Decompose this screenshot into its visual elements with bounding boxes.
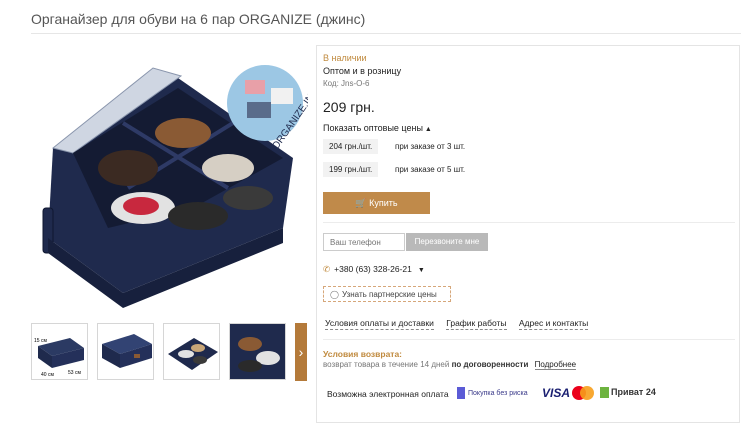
dim-width: 53 см [68, 370, 81, 376]
callback-button[interactable]: Перезвоните мне [406, 233, 488, 251]
paylater-label: Покупка без риска [468, 389, 528, 397]
main-product-image[interactable]: ORGANIZE.IN.UA [33, 58, 308, 308]
divider [323, 339, 735, 340]
partner-label: Узнать партнерские цены [341, 290, 437, 299]
link-address[interactable]: Адрес и контакты [518, 318, 589, 330]
mastercard-icon [572, 386, 594, 400]
show-wholesale-toggle[interactable]: Показать оптовые цены ▲ [323, 123, 432, 133]
payment-logos: Покупка без риска VISA Приват 24 [457, 383, 737, 405]
link-payment-delivery[interactable]: Условия оплаты и доставки [325, 318, 434, 330]
phone-dropdown[interactable]: ✆ +380 (63) 328-26-21 ▼ [323, 264, 425, 275]
buy-button[interactable]: 🛒 Купить [323, 192, 430, 214]
link-schedule[interactable]: График работы [446, 318, 507, 330]
buy-label: Купить [369, 198, 398, 208]
thumbnail-strip: 15 см 40 см 53 см › [31, 323, 307, 381]
cart-icon: 🛒 [355, 198, 367, 208]
visa-logo: VISA [542, 386, 571, 400]
thumbnail-closed[interactable] [97, 323, 154, 380]
wholesale-note: Оптом и в розницу [323, 66, 402, 76]
return-text: возврат товара в течение 14 дней по дого… [323, 360, 577, 370]
return-title: Условия возврата: [323, 349, 403, 359]
title-divider [31, 33, 741, 34]
tier-condition: при заказе от 5 шт. [395, 165, 466, 174]
tier-price: 204 грн./шт. [323, 139, 379, 154]
privat24-label: Приват 24 [611, 387, 656, 397]
phone-icon: ✆ [323, 264, 331, 274]
product-info-panel: В наличии Оптом и в розницу Код: Jns-O-6… [316, 45, 740, 423]
return-description: возврат товара в течение 14 дней [323, 360, 450, 369]
divider [323, 222, 735, 223]
chevron-up-icon: ▲ [424, 126, 432, 133]
product-code: Код: Jns-O-6 [323, 79, 370, 88]
privat24-icon [600, 387, 609, 399]
stock-status: В наличии [323, 53, 367, 63]
show-wholesale-label: Показать оптовые цены [323, 123, 423, 133]
phone-number: +380 (63) 328-26-21 [334, 264, 412, 274]
tier-condition: при заказе от 3 шт. [395, 142, 466, 151]
thumbnail-closeup[interactable] [229, 323, 286, 380]
info-links: Условия оплаты и доставки График работы … [325, 318, 598, 330]
page-title: Органайзер для обуви на 6 пар ORGANIZE (… [31, 11, 366, 27]
chevron-right-icon[interactable]: › [295, 323, 307, 381]
privat24-logo: Приват 24 [600, 387, 656, 399]
return-more-link[interactable]: Подробнее [534, 360, 577, 370]
tier-price: 199 грн./шт. [323, 162, 379, 177]
paylater-logo: Покупка без риска [457, 387, 528, 399]
chevron-down-icon: ▼ [417, 267, 425, 274]
thumbnail-dimensions[interactable]: 15 см 40 см 53 см [31, 323, 88, 380]
thumbnail-open[interactable] [163, 323, 220, 380]
product-price: 209 грн. [323, 99, 375, 115]
partner-prices-button[interactable]: ◯ Узнать партнерские цены [323, 286, 451, 302]
phone-input[interactable] [323, 233, 405, 251]
dim-length: 40 см [41, 372, 54, 378]
payment-label: Возможна электронная оплата [327, 389, 449, 399]
paylater-icon [457, 387, 465, 399]
dim-height: 15 см [34, 338, 47, 344]
return-condition: по договоренности [451, 360, 529, 369]
tag-icon: ◯ [330, 290, 339, 299]
